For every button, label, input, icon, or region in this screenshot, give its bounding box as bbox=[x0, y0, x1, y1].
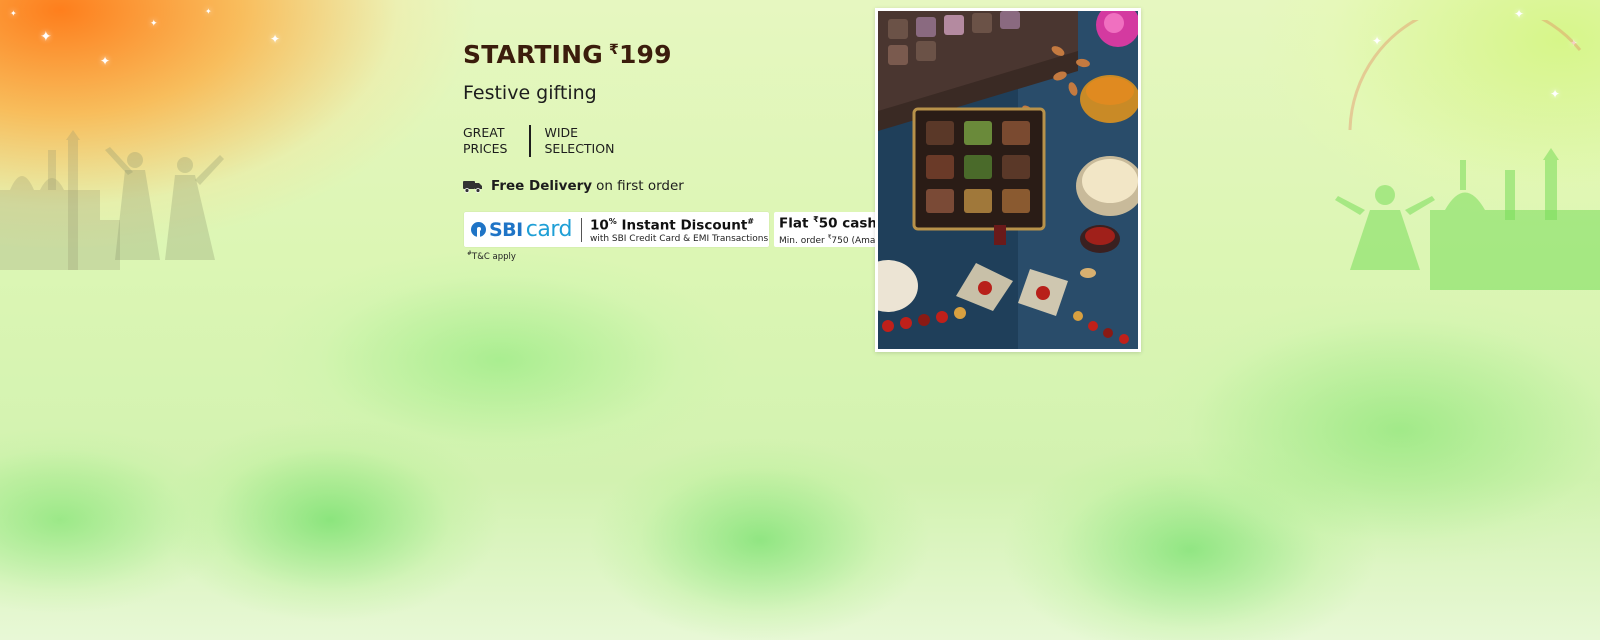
min-order-label: Min. order bbox=[779, 235, 825, 246]
card-logo-text: card bbox=[525, 217, 573, 242]
starting-price: 199 bbox=[618, 40, 672, 69]
festive-gift-hamper-image[interactable] bbox=[875, 8, 1141, 352]
banner-title: STARTING ₹199 bbox=[463, 40, 672, 69]
sparkle-icon: ✦ bbox=[205, 7, 212, 16]
free-delivery-label: Free Delivery bbox=[491, 178, 593, 194]
sparkle-icon: ✦ bbox=[150, 19, 158, 29]
rupee-symbol: ₹ bbox=[609, 42, 619, 58]
sbi-offer-detail: with SBI Credit Card & EMI Transactions bbox=[589, 234, 769, 245]
sparkle-icon: ✦ bbox=[1514, 7, 1525, 21]
sparkle-icon: ✦ bbox=[270, 32, 281, 46]
discount-label: Instant Discount bbox=[621, 217, 748, 234]
gift-hamper-illustration bbox=[878, 11, 1138, 349]
feature-list: GREAT PRICES WIDE SELECTION bbox=[463, 125, 667, 157]
sbi-offer-text: 10% Instant Discount# with SBI Credit Ca… bbox=[590, 214, 768, 246]
monument-silhouette-right bbox=[1335, 20, 1600, 290]
discount-unit: % bbox=[608, 216, 617, 226]
min-order-amount: 750 bbox=[831, 235, 849, 246]
cashback-amount: 50 bbox=[818, 215, 838, 232]
banner-subtitle: Festive gifting bbox=[463, 82, 597, 104]
sparkle-icon: ✦ bbox=[100, 54, 111, 68]
sbi-keyhole-icon bbox=[471, 222, 486, 237]
feature-line: SELECTION bbox=[544, 141, 615, 156]
discount-value: 10 bbox=[589, 217, 609, 234]
discount-mark: # bbox=[747, 216, 754, 226]
cashback-prefix: Flat bbox=[779, 215, 809, 232]
free-delivery-detail: on first order bbox=[596, 178, 684, 194]
feature-wide-selection: WIDE SELECTION bbox=[531, 125, 667, 157]
sbi-logo-text: SBI bbox=[489, 218, 523, 241]
delivery-truck-icon bbox=[463, 181, 482, 193]
sbi-card-logo: SBI card bbox=[471, 217, 572, 242]
monument-silhouette-left bbox=[0, 130, 224, 270]
sbi-card-offer[interactable]: SBI card 10% Instant Discount# with SBI … bbox=[464, 212, 769, 247]
sparkle-icon: ✦ bbox=[40, 29, 52, 45]
free-delivery-note: Free Delivery on first order bbox=[463, 178, 684, 194]
offer-divider bbox=[580, 217, 582, 242]
festive-gifting-banner[interactable]: ✦ ✦ ✦ ✦ ✦ ✦ ✦ ✦ ✦ ✦ STARTING ₹199 Festiv… bbox=[0, 0, 1600, 640]
sbi-offer-headline: 10% Instant Discount# bbox=[590, 214, 768, 234]
terms-text: T&C apply bbox=[472, 251, 516, 262]
feature-line: WIDE bbox=[544, 125, 579, 140]
title-text: STARTING bbox=[463, 40, 603, 69]
terms-note[interactable]: #T&C apply bbox=[467, 250, 516, 262]
sparkle-icon: ✦ bbox=[10, 9, 17, 18]
